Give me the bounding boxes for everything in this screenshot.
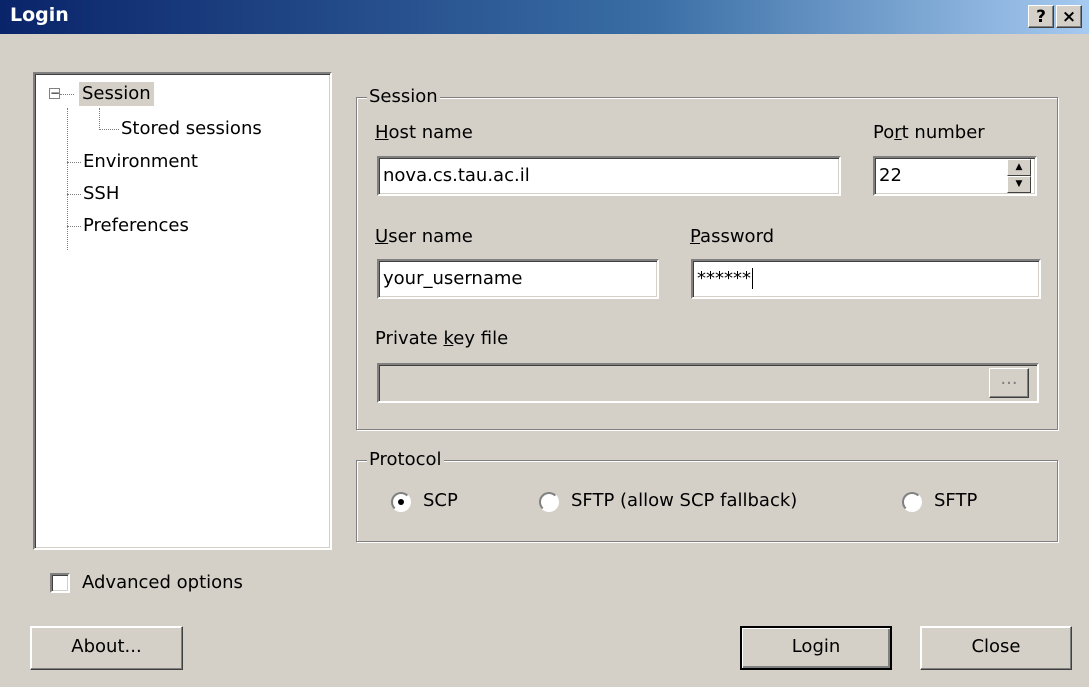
radio-selected-dot (398, 499, 404, 505)
tree-item-stored-sessions[interactable]: Stored sessions (121, 117, 262, 141)
tree-item-environment[interactable]: Environment (83, 150, 198, 174)
tree-connector (67, 194, 81, 195)
tree-connector (67, 162, 81, 163)
tree-connector (99, 129, 119, 130)
protocol-scp-radio[interactable] (391, 492, 411, 512)
browse-key-file-button[interactable]: ... (989, 368, 1029, 398)
advanced-options-checkbox[interactable] (50, 573, 70, 593)
navigation-tree: − Session Stored sessions Environment SS… (33, 72, 332, 550)
session-group: Session Host name nova.cs.tau.ac.il Port… (356, 86, 1058, 430)
tree-connector (67, 226, 81, 227)
protocol-legend: Protocol (367, 449, 444, 470)
title-bar: Login ? × (0, 0, 1089, 34)
window-title: Login (10, 4, 69, 26)
protocol-sftp-fallback-label[interactable]: SFTP (allow SCP fallback) (571, 490, 797, 511)
tree-item-ssh[interactable]: SSH (83, 182, 119, 206)
login-button[interactable]: Login (740, 626, 892, 670)
spin-up-icon[interactable]: ▲ (1007, 159, 1031, 176)
about-button[interactable]: About... (30, 626, 183, 670)
host-name-label: Host name (375, 122, 473, 143)
window-close-button[interactable]: × (1056, 5, 1082, 28)
user-name-label: User name (375, 226, 473, 247)
host-name-input[interactable]: nova.cs.tau.ac.il (377, 156, 841, 196)
tree-connector (99, 108, 100, 130)
tree-connector (60, 94, 74, 95)
port-number-label: Port number (873, 122, 985, 143)
help-button[interactable]: ? (1028, 5, 1054, 28)
user-name-input[interactable]: your_username (377, 259, 659, 299)
advanced-options-label[interactable]: Advanced options (82, 572, 243, 593)
tree-connector (67, 108, 68, 250)
protocol-group: Protocol SCP SFTP (allow SCP fallback) S… (356, 449, 1058, 542)
private-key-file-input[interactable] (377, 363, 1039, 403)
close-button[interactable]: Close (920, 626, 1072, 670)
tree-collapse-icon[interactable]: − (49, 87, 60, 99)
protocol-scp-label[interactable]: SCP (423, 490, 458, 511)
private-key-file-label: Private key file (375, 328, 509, 349)
session-legend: Session (367, 86, 440, 107)
protocol-sftp-radio[interactable] (902, 492, 922, 512)
tree-item-session[interactable]: Session (79, 82, 154, 106)
protocol-sftp-fallback-radio[interactable] (539, 492, 559, 512)
password-label: Password (690, 226, 775, 247)
tree-item-preferences[interactable]: Preferences (83, 214, 189, 238)
password-input[interactable]: ****** (691, 259, 1041, 299)
spin-down-icon[interactable]: ▼ (1007, 176, 1031, 193)
protocol-sftp-label[interactable]: SFTP (934, 490, 977, 511)
